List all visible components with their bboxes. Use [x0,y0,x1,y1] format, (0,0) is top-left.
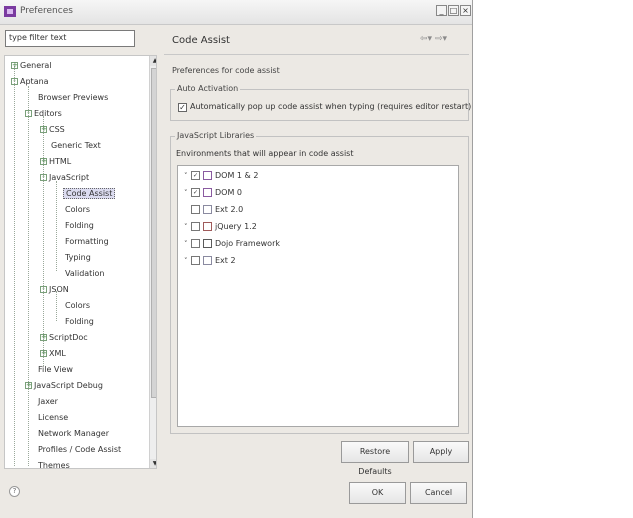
tree-item-validation[interactable]: Validation [65,267,105,281]
javascript-libraries-title: JavaScript Libraries [175,131,257,140]
chevron-down-icon[interactable]: ˅ [184,237,191,251]
history-nav: ⇦▾ ⇨▾ [420,34,447,44]
tree-collapse-icon[interactable]: - [40,286,47,293]
tree-item-typing[interactable]: Typing [65,251,91,265]
library-item-jquery[interactable]: ˅ jQuery 1.2 [184,220,257,234]
library-icon [203,256,212,265]
header-separator [164,54,469,55]
page-title: Code Assist [172,35,230,46]
tree-item-network-manager[interactable]: Network Manager [38,427,109,441]
tree-item-javascript[interactable]: - JavaScript [40,171,89,185]
tree-item-folding[interactable]: Folding [65,219,94,233]
tree-expand-icon[interactable]: + [40,350,47,357]
preferences-window: Preferences _ □ × type filter text + Gene… [0,0,473,518]
tree-item-editors[interactable]: - Editors [25,107,62,121]
library-item-ext-2[interactable]: ˅ Ext 2 [184,254,236,268]
tree-item-scriptdoc[interactable]: + ScriptDoc [40,331,88,345]
tree-scrollbar[interactable]: ▲ ▼ [149,56,156,468]
scroll-up-arrow-icon[interactable]: ▲ [150,56,156,66]
library-icon [203,188,212,197]
chevron-down-icon[interactable]: ˅ [184,169,191,183]
library-item-dojo[interactable]: ˅ Dojo Framework [184,237,280,251]
tree-item-code-assist[interactable]: Code Assist [63,187,116,201]
preferences-tree: + General - Aptana Browser Previews - Edito… [4,55,157,469]
tree-item-browser-previews[interactable]: Browser Previews [38,91,108,105]
selected-tree-label: Code Assist [63,188,116,199]
library-icon [203,239,212,248]
tree-item-general[interactable]: + General [11,59,52,73]
checkbox-checked-icon[interactable]: ✓ [191,171,200,180]
filter-input[interactable]: type filter text [5,30,135,47]
tree-collapse-icon[interactable]: - [40,174,47,181]
help-icon[interactable]: ? [9,486,20,497]
cancel-button[interactable]: Cancel [410,482,467,504]
page-description: Preferences for code assist [172,66,280,75]
tree-item-formatting[interactable]: Formatting [65,235,109,249]
scroll-thumb[interactable] [151,68,156,398]
chevron-down-icon[interactable]: ˅ [184,186,191,200]
auto-activation-checkbox[interactable]: ✓ [178,103,187,112]
javascript-libraries-description: Environments that will appear in code as… [176,149,354,158]
tree-item-file-view[interactable]: File View [38,363,73,377]
tree-item-jaxer[interactable]: Jaxer [38,395,58,409]
tree-expand-icon[interactable]: + [40,334,47,341]
scroll-down-arrow-icon[interactable]: ▼ [150,459,156,468]
window-title: Preferences [20,6,73,16]
apply-button[interactable]: Apply [413,441,469,463]
tree-item-json-colors[interactable]: Colors [65,299,90,313]
restore-defaults-button[interactable]: Restore Defaults [341,441,409,476]
eclipse-app-icon [4,6,16,17]
tree-item-xml[interactable]: + XML [40,347,66,361]
library-icon [203,205,212,214]
library-icon [203,171,212,180]
chevron-down-icon[interactable]: ˅ [184,220,191,234]
checkbox-icon[interactable] [191,239,200,248]
tree-expand-icon[interactable]: + [40,158,47,165]
tree-item-css[interactable]: + CSS [40,123,65,137]
tree-expand-icon[interactable]: + [11,62,18,69]
tree-item-aptana[interactable]: - Aptana [11,75,49,89]
checkbox-icon[interactable] [191,256,200,265]
maximize-button[interactable]: □ [448,5,459,16]
title-bar[interactable]: Preferences _ □ × [0,0,472,25]
library-icon [203,222,212,231]
tree-expand-icon[interactable]: + [25,382,32,389]
tree-item-colors[interactable]: Colors [65,203,90,217]
checkbox-icon[interactable] [191,222,200,231]
library-list: ˅ ✓ DOM 1 & 2 ˅ ✓ DOM 0 Ext 2.0 ˅ jQuery 1.2 … [177,165,459,427]
ok-button[interactable]: OK [349,482,406,504]
auto-activation-title: Auto Activation [175,84,241,93]
tree-item-json-folding[interactable]: Folding [65,315,94,329]
back-arrow-icon[interactable]: ⇦▾ [420,34,432,44]
tree-item-themes[interactable]: Themes [38,459,70,468]
tree-item-html[interactable]: + HTML [40,155,71,169]
tree-item-json[interactable]: - JSON [40,283,69,297]
forward-arrow-icon[interactable]: ⇨▾ [435,34,447,44]
tree-collapse-icon[interactable]: - [11,78,18,85]
library-item-ext-2-0[interactable]: Ext 2.0 [191,203,243,217]
tree-item-generic-text[interactable]: Generic Text [51,139,101,153]
tree-item-javascript-debug[interactable]: + JavaScript Debug [25,379,103,393]
tree-item-profiles[interactable]: Profiles / Code Assist [38,443,121,457]
tree-expand-icon[interactable]: + [40,126,47,133]
library-item-dom-0[interactable]: ˅ ✓ DOM 0 [184,186,242,200]
auto-activation-label[interactable]: Automatically pop up code assist when ty… [190,102,471,111]
library-item-dom-1-2[interactable]: ˅ ✓ DOM 1 & 2 [184,169,258,183]
checkbox-icon[interactable] [191,205,200,214]
checkbox-checked-icon[interactable]: ✓ [191,188,200,197]
chevron-down-icon[interactable]: ˅ [184,254,191,268]
tree-collapse-icon[interactable]: - [25,110,32,117]
tree-item-license[interactable]: License [38,411,68,425]
minimize-button[interactable]: _ [436,5,447,16]
close-button[interactable]: × [460,5,471,16]
